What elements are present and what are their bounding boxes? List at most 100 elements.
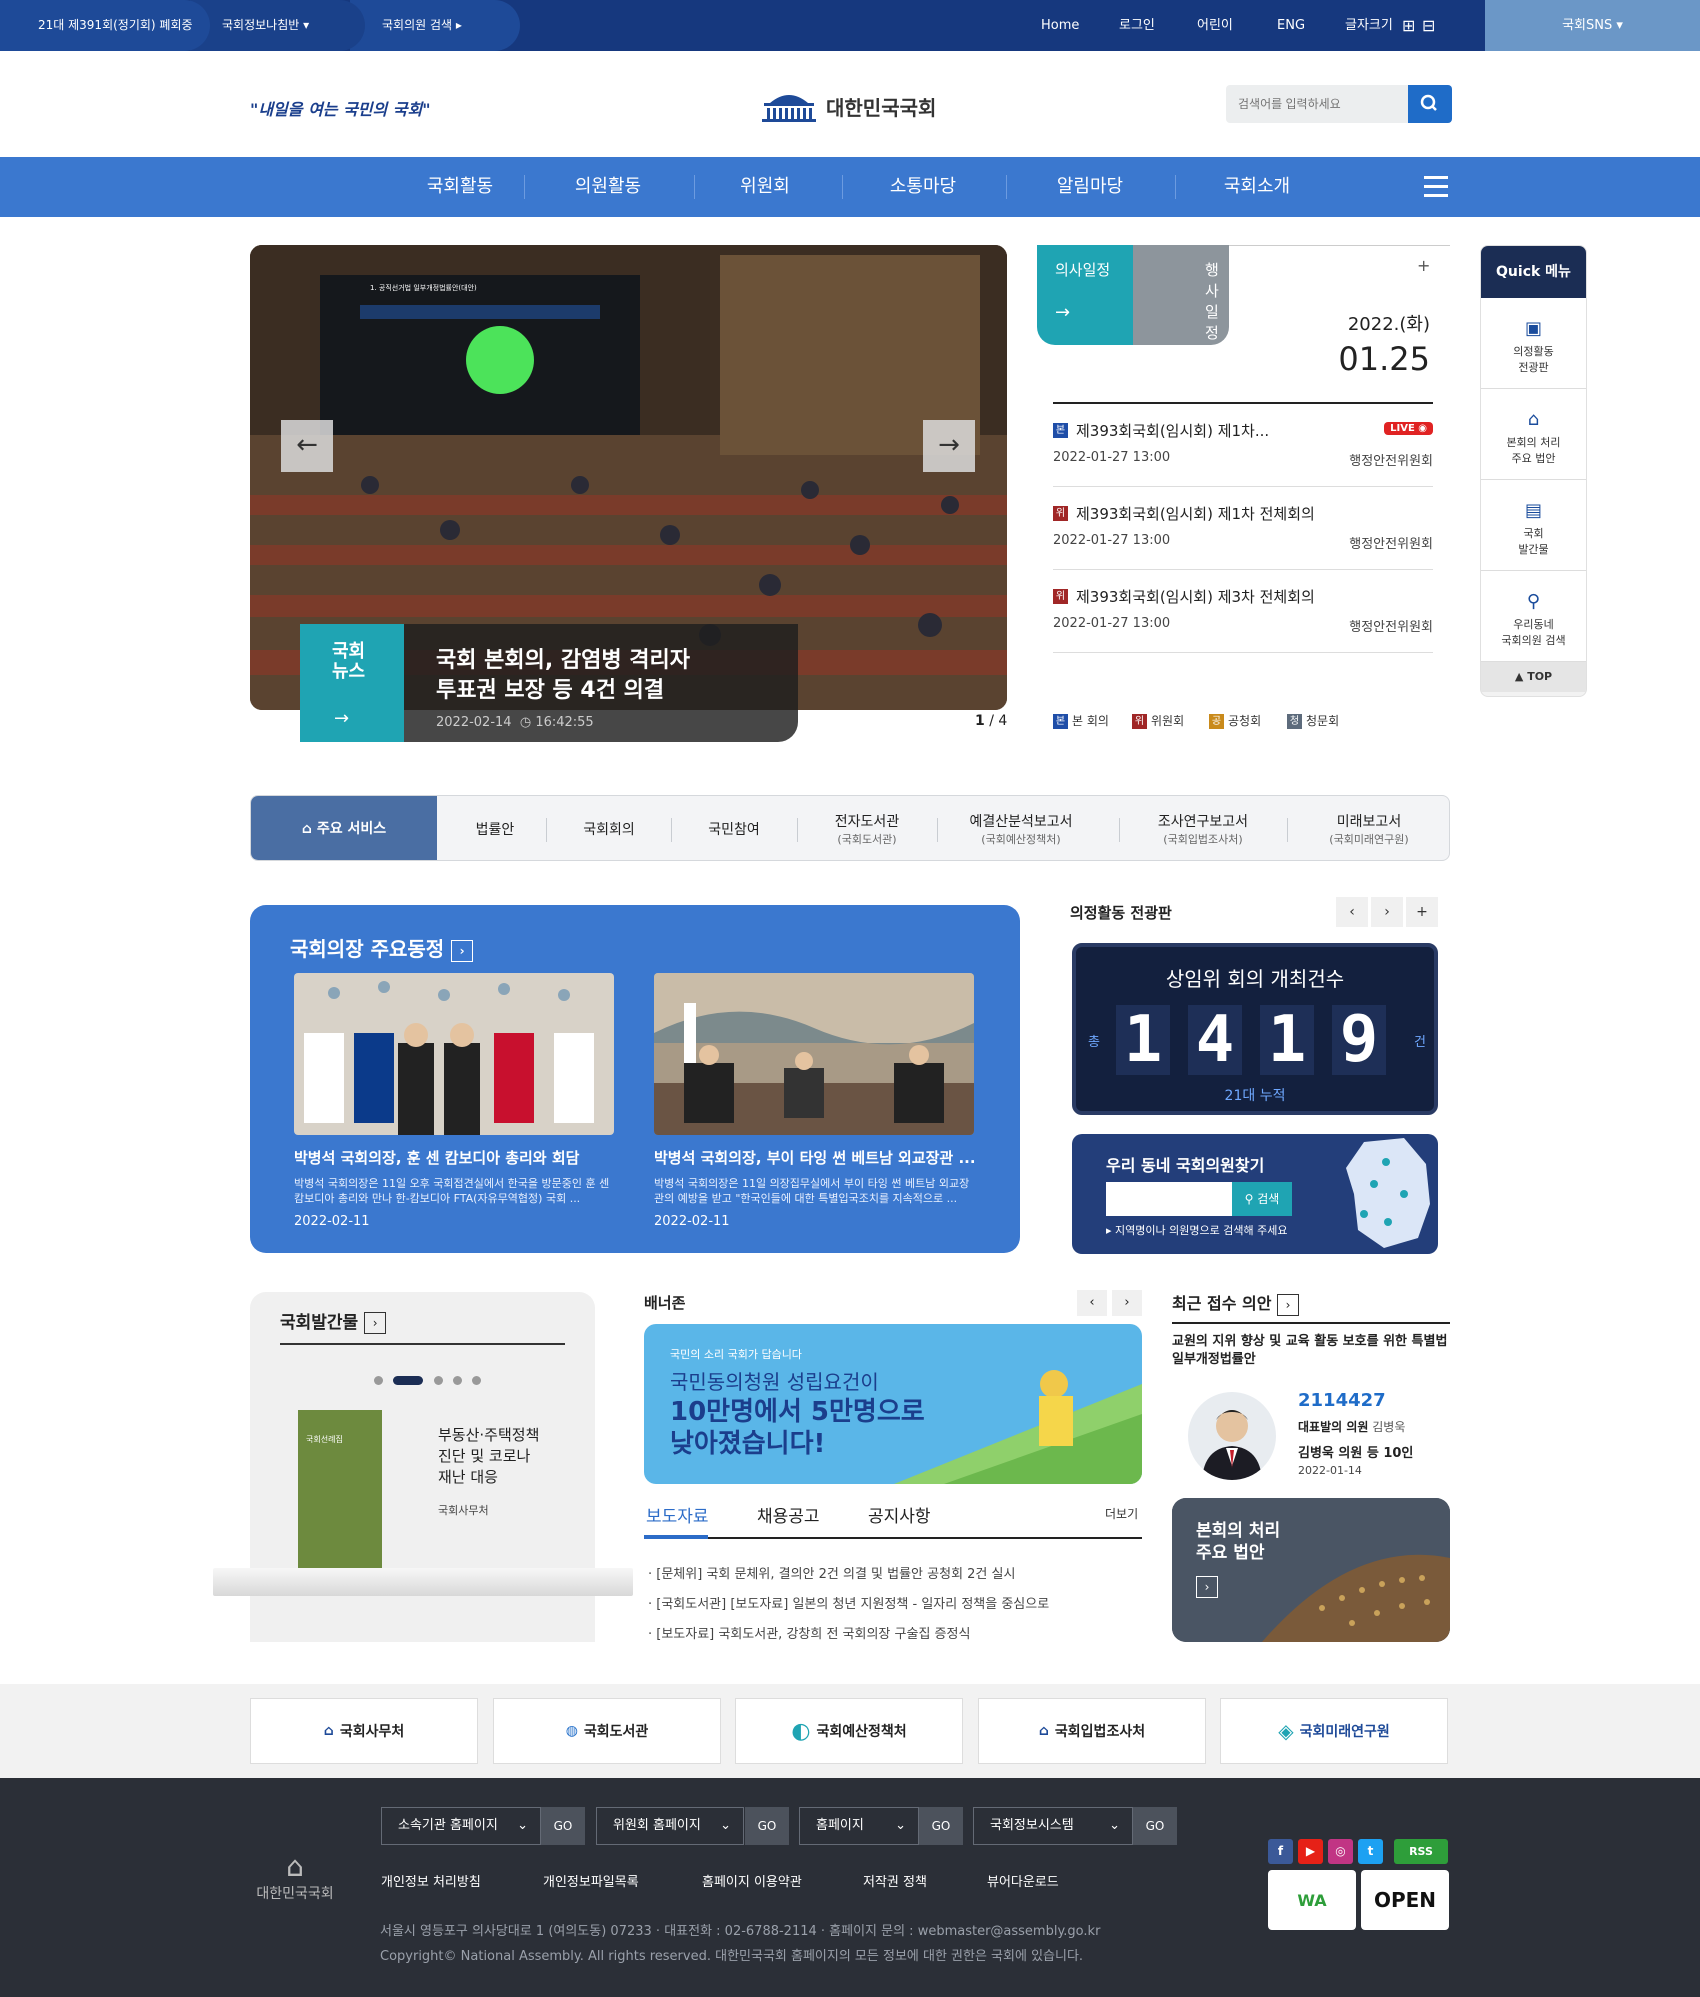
- banner-next-button[interactable]: ›: [1112, 1290, 1142, 1316]
- privacy-policy-link[interactable]: 개인정보 처리방침: [381, 1871, 481, 1890]
- news-item[interactable]: · [보도자료] 국회도서관, 강창희 전 국회의장 구술집 증정식: [648, 1623, 970, 1642]
- privacy-files-link[interactable]: 개인정보파일목록: [543, 1871, 639, 1890]
- news-item[interactable]: · [문체위] 국회 문체위, 결의안 2건 의결 및 법률안 공청회 2건 실…: [648, 1563, 1015, 1582]
- sns-dropdown[interactable]: 국회SNS ▾: [1485, 0, 1700, 51]
- banner[interactable]: 국민의 소리 국회가 답습니다 국민동의청원 성립요건이 10만명에서 5만명으…: [644, 1324, 1142, 1484]
- select-label: 소속기관 홈페이지: [398, 1818, 498, 1833]
- publication-source: 국회사무처: [438, 1504, 489, 1517]
- org-secretariat-link[interactable]: ⌂ 국회사무처: [250, 1698, 478, 1764]
- service-library[interactable]: 전자도서관 (국회도서관): [797, 796, 937, 860]
- service-participation[interactable]: 국민참여: [671, 796, 797, 860]
- font-increase-button[interactable]: ⊞: [1402, 0, 1415, 51]
- org-budget-office-link[interactable]: ◐ 국회예산정책처: [735, 1698, 963, 1764]
- org-label: 국회사무처: [339, 1724, 405, 1740]
- find-member-input[interactable]: [1106, 1182, 1232, 1216]
- live-badge[interactable]: LIVE ◉: [1384, 422, 1433, 435]
- news-more-link[interactable]: 더보기: [1105, 1505, 1138, 1522]
- homepage-go-button[interactable]: GO: [919, 1807, 963, 1845]
- nav-member-activity[interactable]: 의원활동: [543, 157, 673, 217]
- quick-board-link[interactable]: ▣ 의정활동 전광판: [1481, 298, 1586, 389]
- nav-communication[interactable]: 소통마당: [858, 157, 988, 217]
- open-data-mark[interactable]: OPEN: [1361, 1870, 1449, 1930]
- info-system-select[interactable]: 국회정보시스템 ⌄: [973, 1807, 1133, 1845]
- schedule-item[interactable]: 위 제393회국회(임시회) 제1차 전체회의 2022-01-27 13:00 …: [1053, 503, 1433, 569]
- font-decrease-button[interactable]: ⊟: [1422, 0, 1435, 51]
- nav-notice[interactable]: 알림마당: [1025, 157, 1155, 217]
- youtube-icon[interactable]: ▶: [1298, 1839, 1323, 1864]
- viewer-download-link[interactable]: 뷰어다운로드: [987, 1871, 1059, 1890]
- menu-icon[interactable]: [1424, 176, 1448, 198]
- homepage-select[interactable]: 홈페이지 ⌄: [799, 1807, 919, 1845]
- english-link[interactable]: ENG: [1277, 0, 1305, 51]
- info-compass-dropdown[interactable]: 국회정보나침반 ▾: [190, 0, 365, 51]
- publications-title[interactable]: 국회발간물 ›: [280, 1308, 387, 1334]
- slide-dot[interactable]: [453, 1376, 462, 1385]
- schedule-item[interactable]: 본 제393회국회(임시회) 제1차... LIVE ◉ 2022-01-27 1…: [1053, 420, 1433, 486]
- copyright-policy-link[interactable]: 저작권 정책: [863, 1871, 927, 1890]
- bill-title[interactable]: 교원의 지위 향상 및 교육 활동 보호를 위한 특별법 일부개정법률안: [1172, 1333, 1450, 1369]
- nav-committee[interactable]: 위원회: [700, 157, 830, 217]
- speaker-news-title[interactable]: 국회의장 주요동정 ›: [290, 933, 474, 962]
- web-accessibility-mark[interactable]: WA: [1268, 1870, 1356, 1930]
- top-button[interactable]: ▲ TOP: [1481, 662, 1586, 692]
- service-research[interactable]: 조사연구보고서 (국회입법조사처): [1119, 796, 1287, 860]
- tab-agenda-schedule[interactable]: 의사일정 →: [1037, 245, 1133, 345]
- speaker-card[interactable]: 박병석 국회의장, 부이 타잉 썬 베트남 외교장관 ... 박병석 국회의장은…: [654, 973, 974, 1229]
- org-research-service-link[interactable]: ⌂ 국회입법조사처: [978, 1698, 1206, 1764]
- hero-caption[interactable]: 국회 본회의, 감염병 격리자 투표권 보장 등 4건 의결 2022-02-1…: [404, 624, 798, 742]
- instagram-icon[interactable]: ◎: [1328, 1839, 1353, 1864]
- schedule-item[interactable]: 위 제393회국회(임시회) 제3차 전체회의 2022-01-27 13:00 …: [1053, 586, 1433, 652]
- info-system-go-button[interactable]: GO: [1133, 1807, 1177, 1845]
- org-library-link[interactable]: ◍ 국회도서관: [493, 1698, 721, 1764]
- twitter-icon[interactable]: t: [1358, 1839, 1383, 1864]
- board-next-button[interactable]: ›: [1371, 897, 1403, 927]
- plenary-bills-card[interactable]: 본회의 처리 주요 법안 ›: [1172, 1498, 1450, 1642]
- quick-publications-link[interactable]: ▤ 국회 발간물: [1481, 480, 1586, 571]
- affiliate-go-button[interactable]: GO: [541, 1807, 585, 1845]
- search-input[interactable]: [1226, 85, 1408, 123]
- terms-link[interactable]: 홈페이지 이용약관: [702, 1871, 802, 1890]
- tab-notice[interactable]: 공지사항: [868, 1502, 931, 1527]
- service-future[interactable]: 미래보고서 (국회미래연구원): [1287, 796, 1449, 860]
- site-logo[interactable]: 대한민국국회: [760, 89, 936, 123]
- nav-about[interactable]: 국회소개: [1192, 157, 1322, 217]
- news-item[interactable]: · [국회도서관] [보도자료] 일본의 청년 지원정책 - 일자리 정책을 중…: [648, 1593, 1049, 1612]
- publication-title[interactable]: 부동산·주택정책 진단 및 코로나 재난 대응: [438, 1425, 539, 1488]
- hero-next-button[interactable]: →: [923, 420, 975, 472]
- org-futures-institute-link[interactable]: ◈ 국회미래연구원: [1220, 1698, 1448, 1764]
- committee-go-button[interactable]: GO: [745, 1807, 789, 1845]
- schedule-more-button[interactable]: +: [1417, 256, 1430, 275]
- service-meetings[interactable]: 국회회의: [547, 796, 671, 860]
- kids-link[interactable]: 어린이: [1197, 0, 1233, 51]
- quick-bills-link[interactable]: ⌂ 본회의 처리 주요 법안: [1481, 389, 1586, 480]
- service-bills[interactable]: 법률안: [437, 796, 553, 860]
- slide-dot-active[interactable]: [393, 1376, 423, 1385]
- home-link[interactable]: Home: [1041, 0, 1079, 51]
- news-badge[interactable]: 국회 뉴스 →: [300, 624, 404, 742]
- board-more-button[interactable]: +: [1406, 897, 1438, 927]
- member-search-link[interactable]: 국회의원 검색 ▸: [350, 0, 520, 51]
- tab-recruitment[interactable]: 채용공고: [757, 1502, 820, 1527]
- facebook-icon[interactable]: f: [1268, 1839, 1293, 1864]
- login-link[interactable]: 로그인: [1119, 0, 1155, 51]
- recent-bills-title[interactable]: 최근 접수 의안 ›: [1172, 1290, 1300, 1316]
- banner-prev-button[interactable]: ‹: [1077, 1290, 1107, 1316]
- slide-dot[interactable]: [472, 1376, 481, 1385]
- search-button[interactable]: [1408, 85, 1452, 123]
- find-member-button[interactable]: ⚲ 검색: [1232, 1182, 1292, 1216]
- rss-icon[interactable]: RSS: [1394, 1839, 1448, 1864]
- tab-press-release[interactable]: 보도자료: [646, 1502, 709, 1527]
- committee-select[interactable]: 위원회 홈페이지 ⌄: [596, 1807, 744, 1845]
- publication-cover[interactable]: 국회선례집: [298, 1410, 382, 1570]
- schedule-item-committee: 행정안전위원회: [1349, 454, 1433, 469]
- service-budget[interactable]: 예결산분석보고서 (국회예산정책처): [937, 796, 1105, 860]
- nav-assembly-activity[interactable]: 국회활동: [395, 157, 525, 217]
- activity-board[interactable]: 상임위 회의 개최건수 총 1 4 1 9 건 21대 누적: [1072, 943, 1438, 1115]
- speaker-card[interactable]: 박병석 국회의장, 훈 센 캄보디아 총리와 회담 박병석 국회의장은 11일 …: [294, 973, 614, 1229]
- board-prev-button[interactable]: ‹: [1336, 897, 1368, 927]
- hero-prev-button[interactable]: ←: [281, 420, 333, 472]
- quick-member-search-link[interactable]: ⚲ 우리동네 국회의원 검색: [1481, 571, 1586, 662]
- affiliate-select[interactable]: 소속기관 홈페이지 ⌄: [381, 1807, 541, 1845]
- slide-dot[interactable]: [434, 1376, 443, 1385]
- slide-dot[interactable]: [374, 1376, 383, 1385]
